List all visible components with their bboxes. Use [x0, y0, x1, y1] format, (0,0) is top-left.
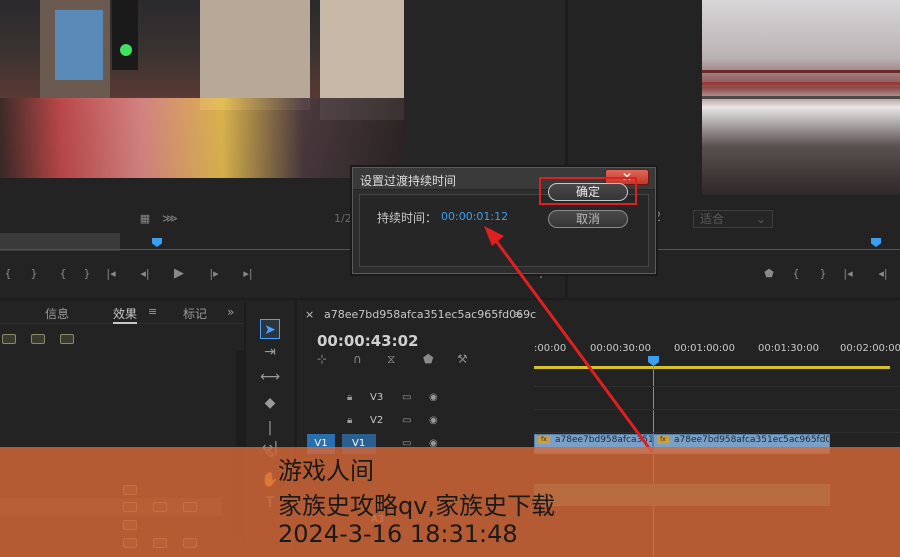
tab-effects[interactable]: 效果: [113, 305, 138, 324]
ruler-label: 00:02:00:00: [840, 343, 900, 354]
source-video-frame: [0, 0, 404, 178]
track-label: V2: [370, 415, 384, 426]
wrench-icon[interactable]: ⚒: [457, 352, 468, 366]
step-forward-icon[interactable]: |▸: [206, 266, 222, 282]
fit-select-value: 适合: [700, 212, 725, 226]
go-to-in-icon-p[interactable]: |◂: [840, 266, 856, 282]
source-playhead[interactable]: [152, 238, 162, 247]
tab-menu-icon[interactable]: ≡: [148, 305, 157, 318]
clip-label: a78ee7bd958afca351ec5ac965fd069c: [674, 435, 829, 445]
mark-out-icon-2[interactable]: }: [79, 266, 95, 282]
chevron-down-icon: ⌄: [755, 212, 766, 226]
play-icon[interactable]: ▶: [171, 266, 187, 282]
track-select-icon[interactable]: ⇥: [260, 342, 280, 362]
fx-badge-icon: fx: [538, 436, 550, 444]
sync-lock-icon[interactable]: ▭: [402, 392, 411, 403]
ruler-label: :00:00: [534, 343, 567, 354]
ruler-label: 00:00:30:00: [590, 343, 652, 354]
traffic-light: [112, 0, 138, 70]
mark-out-icon[interactable]: }: [26, 266, 42, 282]
clip-label: a78ee7bd958afca351ec5ac965fd069c: [555, 435, 653, 445]
ok-button[interactable]: 确定: [548, 183, 628, 201]
source-blank-area: [404, 0, 565, 178]
eye-icon[interactable]: ◉: [429, 415, 438, 426]
mark-in-icon-2[interactable]: {: [55, 266, 71, 282]
mark-out-icon-p[interactable]: }: [815, 266, 831, 282]
timeline-timecode[interactable]: 00:00:43:02: [317, 332, 419, 350]
fit-select[interactable]: 适合 ⌄: [693, 210, 773, 228]
dialog-title: 设置过渡持续时间: [360, 174, 457, 188]
go-to-out-icon[interactable]: ▸|: [240, 266, 256, 282]
fx-badge-icon: fx: [657, 436, 669, 444]
lock-icon[interactable]: 🔒︎: [347, 415, 352, 426]
go-to-in-icon[interactable]: |◂: [103, 266, 119, 282]
panel-tabs: 信息 效果 ≡ 标记 »: [0, 300, 244, 324]
ruler-label: 00:01:00:00: [674, 343, 736, 354]
snap-icon[interactable]: ∩: [353, 352, 362, 366]
ripple-edit-icon[interactable]: ⟷: [260, 367, 280, 387]
ruler-label: 00:01:30:00: [758, 343, 820, 354]
accelerated-icon[interactable]: [2, 334, 16, 344]
transition-duration-dialog: 设置过渡持续时间 ✕ 持续时间： 00:00:01:12 确定 取消: [352, 167, 656, 274]
crowd: [0, 98, 404, 178]
track-v3: 🔒︎ V3 ▭ ◉: [307, 388, 447, 410]
eye-icon[interactable]: ◉: [429, 392, 438, 403]
razor-icon[interactable]: ◆: [260, 393, 280, 413]
watermark-line-3: 2024-3-16 18:31:48: [278, 520, 518, 548]
overflow-icon[interactable]: »: [227, 305, 234, 319]
timeline-ruler[interactable]: :00:00 00:00:30:00 00:01:00:00 00:01:30:…: [534, 338, 900, 372]
sync-lock-icon[interactable]: ▭: [402, 415, 411, 426]
insert-icon[interactable]: ⋙: [162, 211, 178, 227]
effect-filter-icons: [0, 334, 244, 348]
close-sequence-icon[interactable]: ×: [305, 308, 314, 321]
mark-in-icon[interactable]: {: [0, 266, 16, 282]
timeline-tools: ⊹ ∩ ⧖ ⬟ ⚒: [317, 352, 497, 368]
add-marker-icon[interactable]: ⬟: [423, 352, 433, 366]
marker-icon[interactable]: ⬟: [761, 266, 777, 282]
step-back-icon-p[interactable]: ◂|: [875, 266, 891, 282]
lock-icon[interactable]: 🔒︎: [347, 392, 352, 403]
cancel-button[interactable]: 取消: [548, 210, 628, 228]
track-v2: 🔒︎ V2 ▭ ◉: [307, 411, 447, 433]
sequence-tab[interactable]: a78ee7bd958afca351ec5ac965fd069c: [324, 308, 536, 321]
nest-icon[interactable]: ⊹: [317, 352, 327, 366]
sequence-menu-icon[interactable]: ≡: [513, 308, 522, 321]
program-playhead[interactable]: [871, 238, 881, 247]
source-position: 1/2: [334, 212, 352, 225]
work-area-bar[interactable]: [534, 366, 890, 369]
watermark-line-1: 游戏人间: [278, 457, 374, 485]
track-label: V3: [370, 392, 384, 403]
linked-selection-icon[interactable]: ⧖: [387, 352, 395, 367]
watermark-line-2: 家族史攻略qv,家族史下载: [278, 492, 556, 520]
yuv-icon[interactable]: [60, 334, 74, 344]
duration-value[interactable]: 00:00:01:12: [441, 210, 508, 223]
parking-sign: [55, 10, 103, 80]
32bit-icon[interactable]: [31, 334, 45, 344]
film-icon[interactable]: ▦: [137, 211, 153, 227]
tab-info[interactable]: 信息: [45, 305, 69, 322]
mark-in-icon-p[interactable]: {: [788, 266, 804, 282]
step-back-icon[interactable]: ◂|: [137, 266, 153, 282]
green-light-icon: [120, 44, 132, 56]
selection-tool-icon[interactable]: ➤: [260, 319, 280, 339]
slip-tool-icon[interactable]: |↔|: [260, 418, 280, 456]
watermark-overlay: 游戏人间 家族史攻略qv,家族史下载 2024-3-16 18:31:48: [0, 447, 900, 557]
tab-markers[interactable]: 标记: [183, 305, 207, 322]
program-video-frame: [702, 0, 900, 195]
duration-label: 持续时间：: [377, 211, 438, 225]
